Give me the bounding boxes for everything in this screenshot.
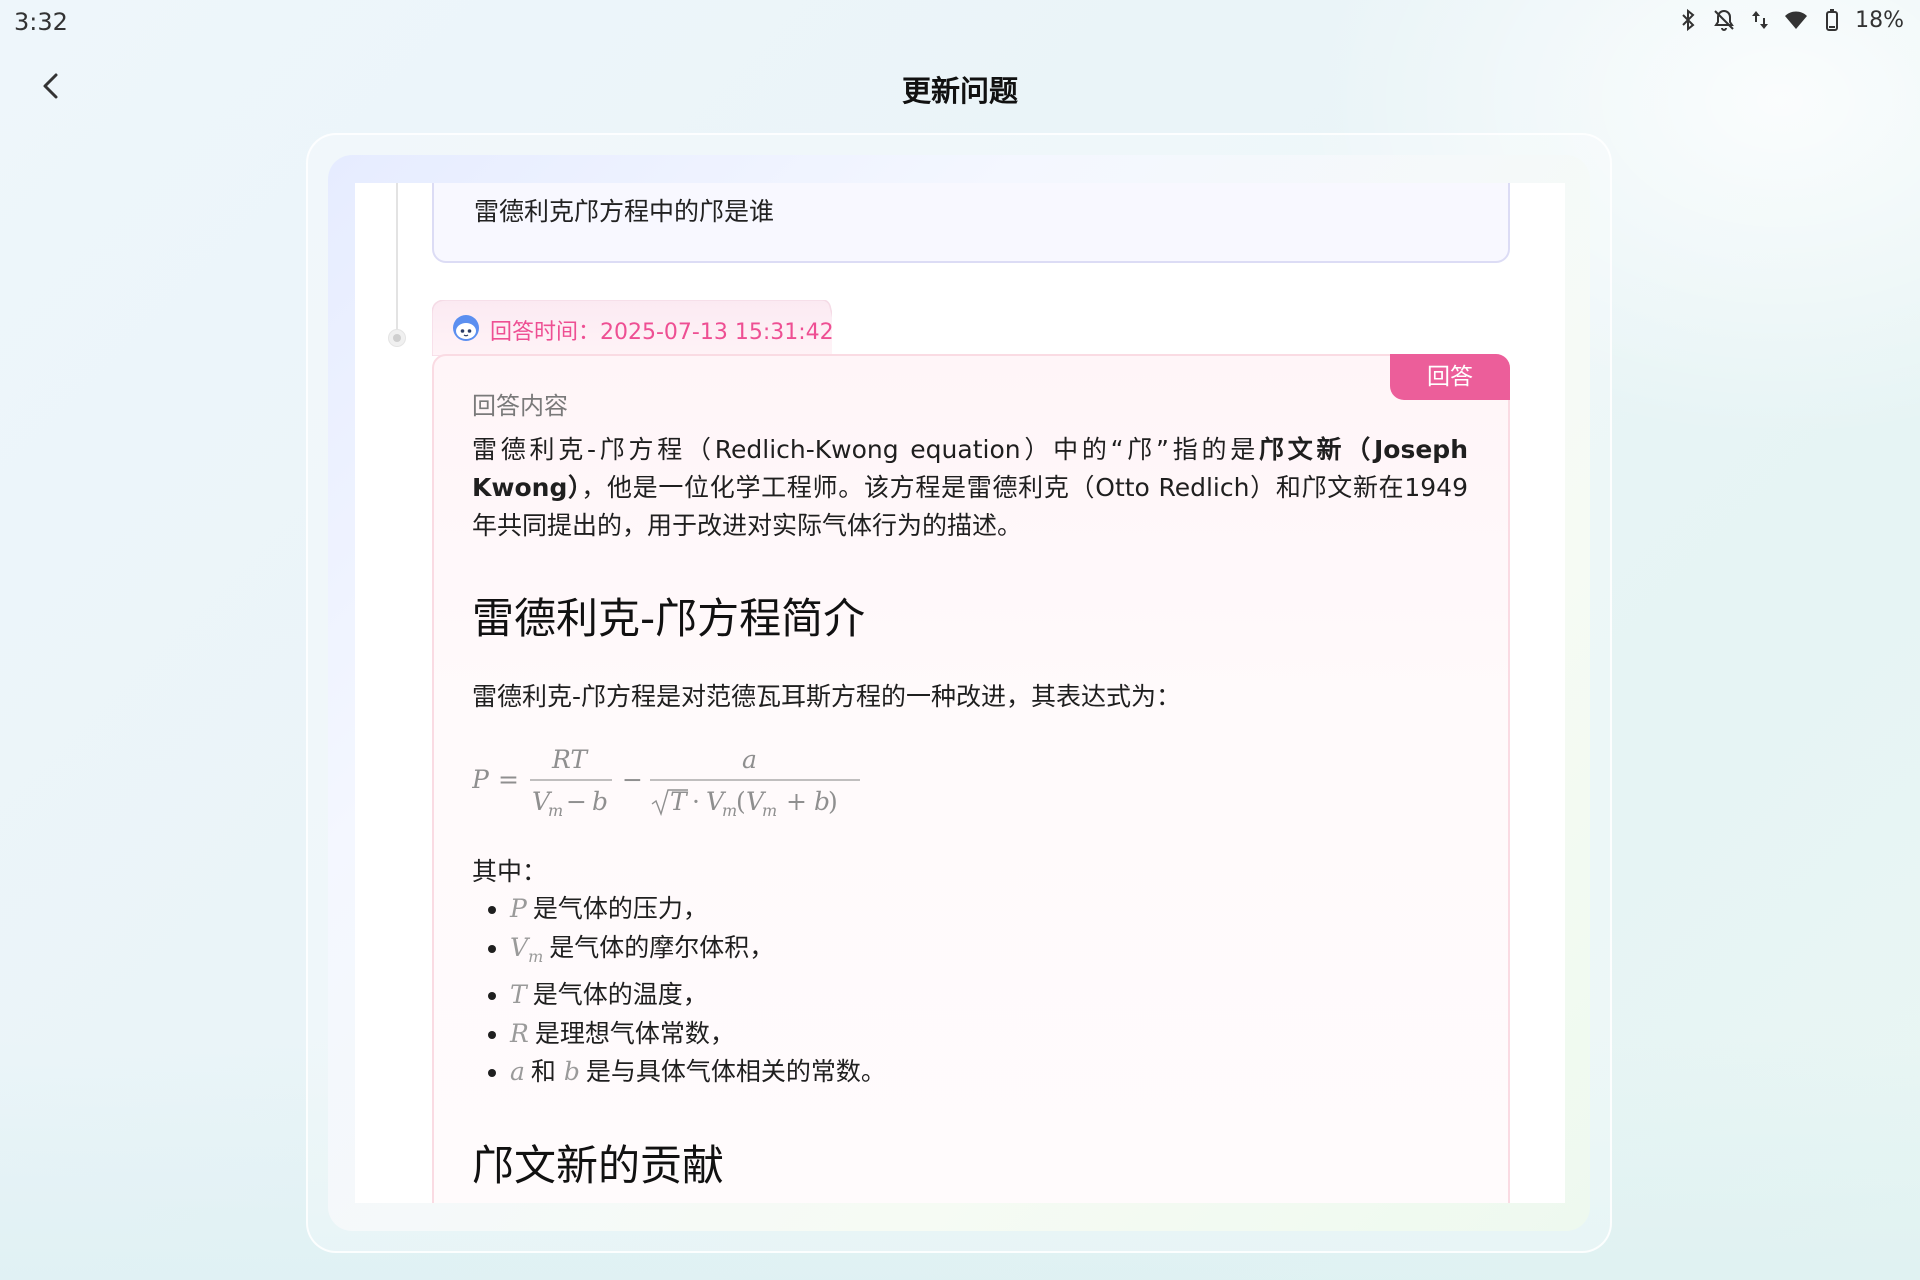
question-card: 雷德利克邝方程中的邝是谁 — [432, 183, 1510, 263]
svg-text:=: = — [498, 765, 519, 794]
list-item: P是气体的压力， — [510, 890, 1468, 929]
answer-time-tab: 回答时间：2025-07-13 15:31:42 — [432, 300, 834, 356]
svg-text:−: − — [622, 765, 643, 794]
math-symbol: a — [510, 1057, 525, 1086]
svg-text:m: m — [548, 801, 563, 820]
intro-text-before: 雷德利克-邝方程（Redlich-Kwong equation）中的“邝”指的是 — [472, 435, 1259, 464]
svg-text:): ) — [828, 787, 838, 816]
header: 更新问题 — [0, 58, 1920, 118]
timeline-line — [396, 183, 398, 338]
notifications-off-icon — [1711, 7, 1737, 33]
intro-text-after: ，他是一位化学工程师。该方程是雷德利克（Otto Redlich）和邝文新在19… — [472, 473, 1468, 540]
status-time: 3:32 — [14, 8, 68, 36]
math-symbol: T — [510, 980, 527, 1009]
variable-description: 是气体的摩尔体积， — [549, 932, 775, 962]
svg-text:m: m — [762, 801, 777, 820]
list-item: a和 b是与具体气体相关的常数。 — [510, 1053, 1468, 1092]
variable-description: 是与具体气体相关的常数。 — [585, 1057, 886, 1086]
conversation-panel[interactable]: 雷德利克邝方程中的邝是谁 回答时间：2025-07-13 15:31:42 回答… — [355, 183, 1565, 1203]
svg-text:(: ( — [736, 787, 746, 816]
answer-time: 回答时间：2025-07-13 15:31:42 — [490, 320, 834, 345]
svg-text:P: P — [472, 765, 490, 794]
wifi-icon — [1783, 7, 1809, 33]
svg-text:b: b — [592, 787, 608, 816]
answer-card: 回答 回答内容 雷德利克-邝方程（Redlich-Kwong equation）… — [432, 354, 1510, 1203]
list-item: T是气体的温度， — [510, 976, 1468, 1015]
math-symbol-base: V — [510, 932, 529, 962]
battery-icon — [1819, 7, 1845, 33]
content-label: 回答内容 — [472, 392, 568, 420]
svg-text:+: + — [786, 787, 807, 816]
status-bar: 3:32 18% — [0, 0, 1920, 44]
variable-description: 是理想气体常数， — [534, 1018, 735, 1048]
rk-equation: P = RT V m − b − a T · V m (V m + b) — [472, 744, 1468, 820]
math-symbol: Vm — [510, 932, 543, 966]
intro-paragraph: 雷德利克-邝方程（Redlich-Kwong equation）中的“邝”指的是… — [472, 431, 1468, 545]
svg-text:·: · — [692, 787, 700, 816]
status-icons: 18% — [1675, 7, 1904, 33]
section-heading-intro: 雷德利克-邝方程简介 — [472, 594, 866, 643]
svg-text:m: m — [722, 801, 737, 820]
svg-text:a: a — [742, 745, 757, 774]
bluetooth-icon — [1675, 7, 1701, 33]
math-subscript: m — [528, 946, 544, 966]
rk-equation-svg: P = RT V m − b − a T · V m (V m + b) — [472, 745, 860, 820]
where-label: 其中： — [472, 857, 548, 886]
timeline-dot — [388, 329, 406, 347]
battery-percentage: 18% — [1855, 7, 1904, 33]
assistant-avatar-icon — [453, 315, 479, 341]
page-title: 更新问题 — [901, 74, 1018, 108]
math-symbol: R — [510, 1018, 529, 1048]
math-symbol: b — [563, 1057, 580, 1086]
variable-list: P是气体的压力， Vm是气体的摩尔体积， T是气体的温度， R是理想气体常数， … — [472, 890, 1468, 1092]
question-text: 雷德利克邝方程中的邝是谁 — [474, 197, 775, 226]
math-symbol: P — [510, 894, 527, 923]
svg-text:−: − — [566, 787, 587, 816]
section-heading-contribution: 邝文新的贡献 — [472, 1140, 725, 1190]
svg-text:T: T — [670, 787, 689, 816]
answer-content: 回答内容 雷德利克-邝方程（Redlich-Kwong equation）中的“… — [472, 386, 1468, 1203]
svg-text:RT: RT — [551, 745, 589, 774]
equation-intro-paragraph: 雷德利克-邝方程是对范德瓦耳斯方程的一种改进，其表达式为： — [472, 682, 1182, 711]
variable-description: 是气体的压力， — [532, 894, 708, 923]
joiner-text: 和 — [530, 1057, 556, 1086]
list-item: Vm是气体的摩尔体积， — [510, 929, 1468, 977]
data-arrows-icon — [1747, 7, 1773, 33]
list-item: R是理想气体常数， — [510, 1015, 1468, 1054]
variable-description: 是气体的温度， — [532, 980, 708, 1009]
